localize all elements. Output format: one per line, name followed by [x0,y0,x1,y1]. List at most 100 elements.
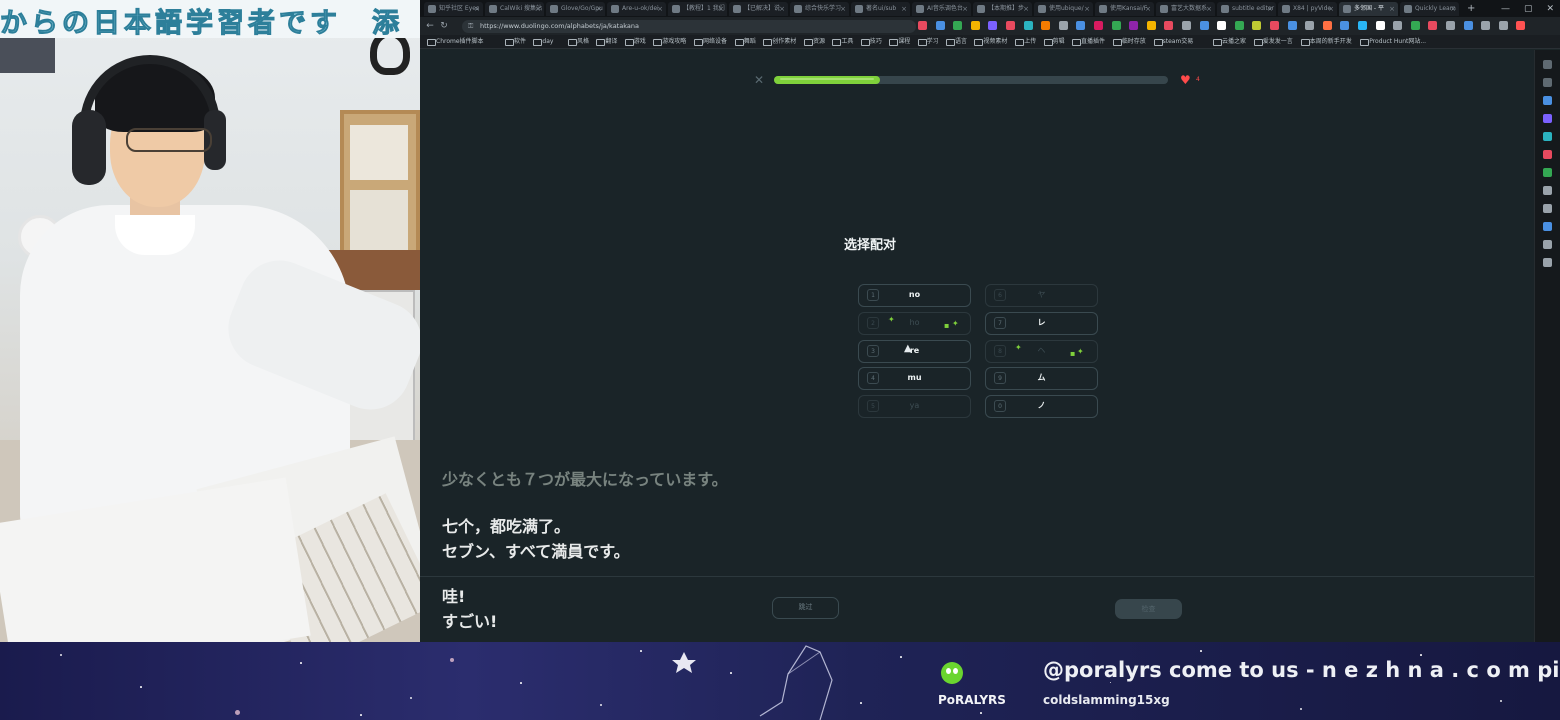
extension-icon[interactable] [1410,21,1420,30]
bookmark-item[interactable]: 翻译 [595,36,617,48]
side-panel-icon[interactable] [1543,150,1552,159]
browser-tab[interactable]: 富艺大数据系 × [1156,2,1215,16]
match-option-right[interactable]: 9ム [985,367,1098,390]
extension-icon[interactable] [1129,21,1139,30]
bookmark-item[interactable]: 技巧 [860,36,882,48]
browser-tab[interactable]: 综合快乐学习 × [790,2,849,16]
side-panel-icon[interactable] [1543,204,1552,213]
extension-icon[interactable] [1463,21,1473,30]
bookmark-item[interactable]: 直播插件 [1071,36,1105,48]
side-panel-icon[interactable] [1543,132,1552,141]
extension-icon[interactable] [1287,21,1297,30]
extension-icon[interactable] [1252,21,1262,30]
extension-icon[interactable] [1305,21,1315,30]
browser-tab[interactable]: 多邻国 - 平 × [1339,2,1398,16]
bookmark-item[interactable]: 资源 [803,36,825,48]
extension-icon[interactable] [1446,21,1455,30]
extension-icon[interactable] [1058,21,1068,30]
extension-icon[interactable] [1094,21,1103,30]
browser-tab[interactable]: Quickly Learn × [1400,2,1459,16]
extension-icon[interactable] [1375,21,1385,30]
bookmark-item[interactable]: 上传 [1014,36,1036,48]
tab-close-icon[interactable]: × [596,2,602,16]
side-panel-icon[interactable] [1543,186,1552,195]
browser-tab[interactable]: 著名ui/sub × [851,2,910,16]
match-option-right[interactable]: 6ヤ [985,284,1098,307]
tab-close-icon[interactable]: × [1084,2,1090,16]
browser-tab[interactable]: 使用ubique/× [1034,2,1093,16]
reload-icon[interactable]: ↻ [438,20,450,32]
side-panel-icon[interactable] [1543,222,1552,231]
bookmark-item[interactable]: 游戏 [624,36,646,48]
tab-close-icon[interactable]: × [474,2,480,16]
maximize-button[interactable]: ▢ [1524,2,1533,16]
bookmark-item[interactable]: Product Hunt网站... [1359,36,1426,48]
tab-close-icon[interactable]: × [962,2,968,16]
side-panel-icon[interactable] [1543,168,1552,177]
extension-icon[interactable] [1481,21,1491,30]
extension-icon[interactable] [1023,21,1033,30]
tab-close-icon[interactable]: × [901,2,907,16]
bookmark-item[interactable]: 本周的新手开发 [1300,36,1352,48]
tab-close-icon[interactable]: × [535,2,541,16]
tab-close-icon[interactable]: × [1450,2,1456,16]
tab-close-icon[interactable]: × [1328,2,1334,16]
extension-icon[interactable] [1322,21,1332,30]
extension-icon[interactable] [1516,21,1526,30]
extension-icon[interactable] [1340,21,1350,30]
extension-icon[interactable] [1006,21,1015,30]
tab-close-icon[interactable]: × [1389,2,1395,16]
tab-close-icon[interactable]: × [1206,2,1212,16]
extension-icon[interactable] [988,21,998,30]
bookmark-item[interactable]: 风格 [567,36,589,48]
browser-tab[interactable]: 【已解决】说 × [729,2,788,16]
bookmark-item[interactable]: Chrome插件脚本 [426,36,484,48]
browser-tab[interactable]: AI音乐调色台 × [912,2,971,16]
minimize-button[interactable]: — [1501,2,1510,16]
extension-icon[interactable] [1358,21,1367,30]
match-option-left[interactable]: 5 ya [858,395,971,418]
bookmark-item[interactable]: 视频素材 [973,36,1007,48]
bookmark-item[interactable]: day [532,36,553,48]
match-option-left[interactable]: 3 re [858,340,971,363]
extension-icon[interactable] [1146,21,1156,30]
extension-icon[interactable] [1076,21,1086,30]
side-panel-icon[interactable] [1543,96,1552,105]
extension-icon[interactable] [1182,21,1191,30]
bookmark-item[interactable]: 游戏攻略 [652,36,686,48]
extension-icon[interactable] [1199,21,1209,30]
url-field[interactable]: ⚿ https://www.duolingo.com/alphabets/ja/… [462,20,916,33]
close-window-button[interactable]: ✕ [1546,2,1554,16]
extension-icon[interactable] [918,21,927,30]
new-tab-button[interactable]: + [1467,2,1475,16]
side-panel-icon[interactable] [1543,114,1552,123]
skip-button[interactable]: 跳过 [772,597,839,619]
side-panel-icon[interactable] [1543,60,1552,69]
extension-icon[interactable] [970,21,980,30]
close-lesson-icon[interactable]: ✕ [753,74,765,86]
side-panel-icon[interactable] [1543,258,1552,267]
match-option-right[interactable]: 7レ [985,312,1098,335]
browser-tab[interactable]: 使用Kansai/F × [1095,2,1154,16]
back-icon[interactable]: ← [424,20,436,32]
browser-tab[interactable]: Are-u-ok/dei × [607,2,666,16]
tab-close-icon[interactable]: × [1145,2,1151,16]
tab-close-icon[interactable]: × [1267,2,1273,16]
browser-tab[interactable]: X84 | pyVide × [1278,2,1337,16]
tab-close-icon[interactable]: × [718,2,724,16]
check-button[interactable]: 检查 [1115,599,1182,619]
extension-icon[interactable] [1164,21,1174,30]
side-panel-icon[interactable] [1543,240,1552,249]
bookmark-item[interactable]: 工具 [831,36,853,48]
extension-icon[interactable] [1217,21,1227,30]
match-option-left[interactable]: 4 mu [858,367,971,390]
extension-icon[interactable] [1498,21,1508,30]
extension-icon[interactable] [935,21,945,30]
side-panel-icon[interactable] [1543,78,1552,87]
bookmark-item[interactable]: 创作素材 [762,36,796,48]
match-option-left[interactable]: 1 no [858,284,971,307]
extension-icon[interactable] [1041,21,1051,30]
tab-close-icon[interactable]: × [840,2,846,16]
bookmark-item[interactable]: 网络设备 [693,36,727,48]
tab-close-icon[interactable]: × [779,2,785,16]
